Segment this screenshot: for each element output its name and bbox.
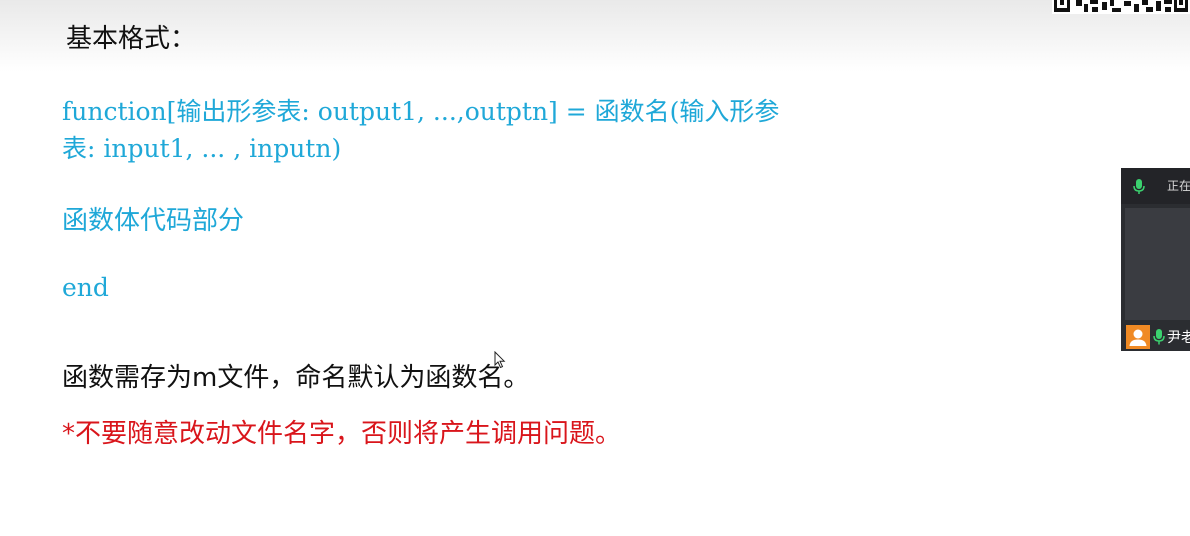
- participant-row[interactable]: 尹老: [1121, 323, 1190, 351]
- meeting-header: 正在: [1121, 168, 1190, 204]
- file-rename-warning: *不要随意改动文件名字，否则将产生调用问题。: [62, 419, 622, 449]
- file-naming-note: 函数需存为m文件，命名默认为函数名。: [62, 363, 530, 393]
- end-keyword: end: [62, 273, 109, 302]
- video-area[interactable]: [1125, 208, 1190, 320]
- meeting-panel: 正在 尹老: [1121, 168, 1190, 351]
- function-signature-line-2: 表: input1, ... , inputn): [62, 134, 342, 163]
- mic-active-icon: [1153, 328, 1165, 350]
- mic-icon[interactable]: [1133, 179, 1145, 199]
- qr-code-icon: [1052, 0, 1190, 14]
- function-signature-line-1: function[输出形参表: output1, ...,outptn] = 函…: [62, 97, 780, 126]
- slide-heading: 基本格式：: [66, 24, 197, 54]
- user-avatar-icon: [1126, 325, 1150, 349]
- participant-name: 尹老: [1167, 330, 1190, 346]
- function-body-placeholder: 函数体代码部分: [62, 206, 245, 236]
- mouse-cursor-icon: [494, 350, 506, 373]
- meeting-status-text: 正在: [1167, 179, 1190, 193]
